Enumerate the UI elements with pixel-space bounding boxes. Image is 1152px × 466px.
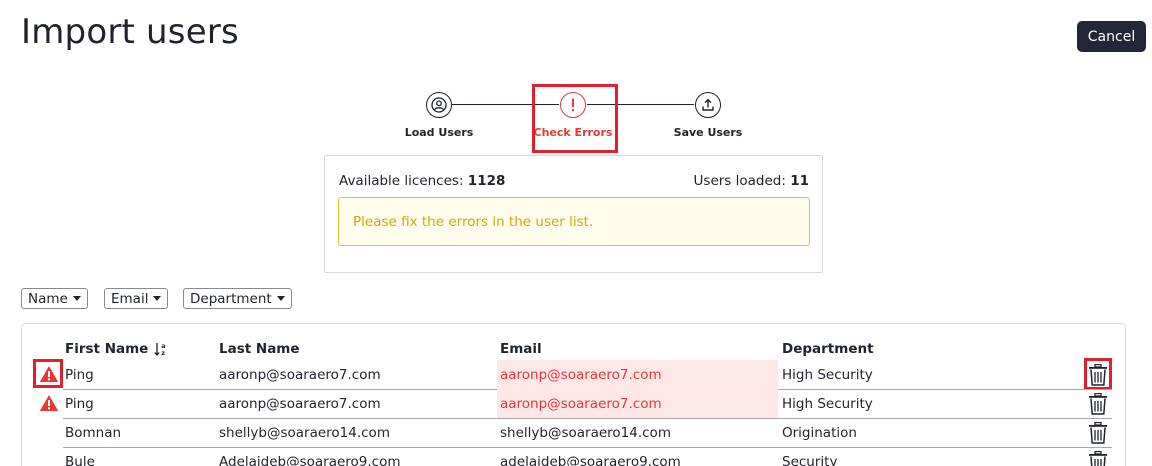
available-licences: Available licences: 1128: [339, 173, 506, 189]
cell-first-name: Ping: [65, 396, 94, 412]
filter-department-dropdown[interactable]: Department: [183, 288, 292, 309]
table-row[interactable]: Ping aaronp@soaraero7.com aaronp@soaraer…: [22, 389, 1127, 418]
warning-triangle-icon: [39, 395, 59, 411]
caret-down-icon: [276, 296, 285, 301]
cell-last-name: aaronp@soaraero7.com: [219, 367, 381, 383]
import-summary-card: Available licences: 1128 Users loaded: 1…: [324, 155, 823, 273]
cell-department: Security: [782, 454, 838, 466]
available-licences-value: 1128: [467, 173, 506, 189]
upload-icon: [702, 98, 714, 111]
table-row[interactable]: Bomnan shellyb@soaraero14.com shellyb@so…: [22, 418, 1127, 447]
svg-text:z: z: [162, 349, 166, 357]
filter-email-dropdown[interactable]: Email: [104, 288, 169, 309]
trash-icon[interactable]: [1088, 393, 1108, 415]
step-save-users[interactable]: [695, 92, 721, 118]
column-header-last-name[interactable]: Last Name: [219, 341, 300, 357]
cell-first-name: Bomnan: [65, 425, 122, 441]
cell-last-name: shellyb@soaraero14.com: [219, 425, 390, 441]
error-warning-message: Please fix the errors in the user list.: [338, 197, 810, 246]
table-row[interactable]: Ping aaronp@soaraero7.com aaronp@soaraer…: [22, 358, 1127, 390]
column-header-first-name[interactable]: First Name a z: [65, 341, 168, 357]
step-load-users[interactable]: [426, 92, 452, 118]
caret-down-icon: [72, 296, 81, 301]
warning-icon-highlight: [33, 359, 63, 388]
cell-last-name: aaronp@soaraero7.com: [219, 396, 381, 412]
cell-first-name: Bule: [65, 454, 95, 466]
trash-icon[interactable]: [1088, 422, 1108, 444]
user-circle-icon: [431, 97, 447, 113]
column-header-email[interactable]: Email: [500, 341, 542, 357]
users-loaded: Users loaded: 11: [693, 173, 809, 189]
trash-icon[interactable]: [1088, 451, 1108, 466]
users-loaded-value: 11: [790, 173, 809, 189]
cell-email: aaronp@soaraero7.com: [500, 367, 662, 383]
column-header-department[interactable]: Department: [782, 341, 874, 357]
delete-icon-highlight: [1084, 358, 1112, 390]
table-row[interactable]: Bule Adelaideb@soaraero9.com adelaideb@s…: [22, 447, 1127, 466]
cell-email: aaronp@soaraero7.com: [500, 396, 662, 412]
active-step-highlight: [532, 84, 618, 153]
cell-first-name: Ping: [65, 367, 94, 383]
cell-email: shellyb@soaraero14.com: [500, 425, 671, 441]
cell-email: adelaideb@soaraero9.com: [500, 454, 681, 466]
sort-alpha-down-icon[interactable]: a z: [154, 341, 168, 357]
caret-down-icon: [153, 296, 162, 301]
cell-department: Origination: [782, 425, 857, 441]
step-label-load-users: Load Users: [404, 126, 474, 139]
stepper: Load Users Check Errors Save Users: [0, 0, 1152, 160]
filter-name-dropdown[interactable]: Name: [21, 288, 88, 309]
cell-department: High Security: [782, 367, 873, 383]
users-table: First Name a z Last Name Email Departmen…: [21, 323, 1126, 466]
cell-department: High Security: [782, 396, 873, 412]
step-label-save-users: Save Users: [673, 126, 743, 139]
cell-last-name: Adelaideb@soaraero9.com: [219, 454, 401, 466]
